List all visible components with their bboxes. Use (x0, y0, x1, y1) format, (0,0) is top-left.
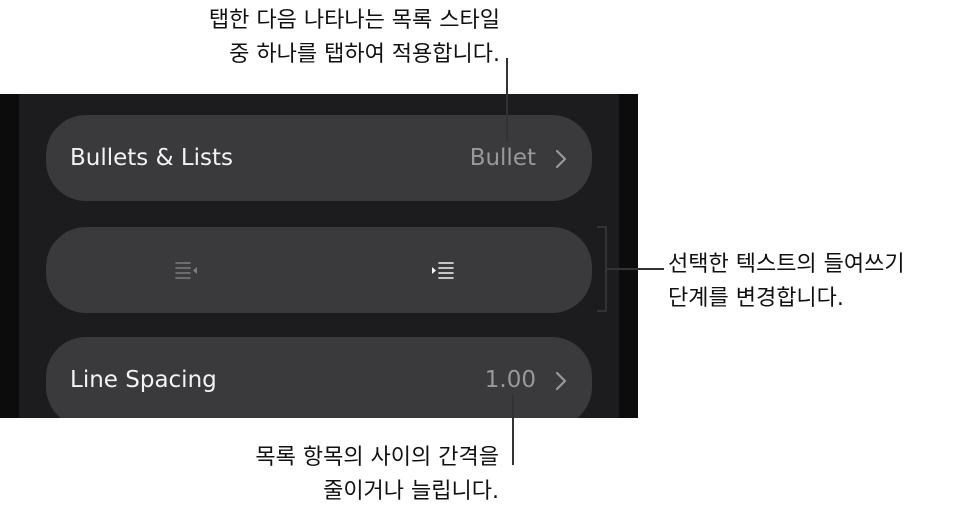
indent-bracket-top (597, 226, 607, 228)
callout-indent-line-1: 선택한 텍스트의 들여쓰기 (668, 252, 905, 277)
device-screen: Bullets & Lists Bullet Line Spacing 1.00 (0, 94, 638, 418)
callout-indent-line-2: 단계를 변경합니다. (668, 286, 844, 311)
callout-list-style-line-1: 탭한 다음 나타나는 목록 스타일 (208, 8, 500, 33)
indent-bracket-bottom (597, 310, 607, 312)
callout-line-spacing: 목록 항목의 사이의 간격을 줄이거나 늘립니다. (255, 441, 499, 509)
leader-line-right (606, 268, 664, 270)
callout-line-spacing-line-1: 목록 항목의 사이의 간격을 (255, 445, 499, 470)
bezel-right (619, 94, 638, 418)
bullets-lists-label: Bullets & Lists (70, 145, 234, 171)
leader-line-bottom (512, 395, 514, 465)
line-spacing-value: 1.00 (484, 367, 536, 393)
callout-indent: 선택한 텍스트의 들여쓰기 단계를 변경합니다. (668, 248, 905, 316)
decrease-indent-button[interactable] (156, 251, 216, 291)
chevron-right-icon (555, 149, 567, 169)
callout-line-spacing-line-2: 줄이거나 늘립니다. (323, 479, 499, 504)
callout-list-style-line-2: 중 하나를 탭하여 적용합니다. (229, 42, 500, 67)
indent-row (46, 227, 592, 313)
line-spacing-label: Line Spacing (70, 367, 217, 393)
callout-list-style: 탭한 다음 나타나는 목록 스타일 중 하나를 탭하여 적용합니다. (209, 4, 500, 72)
bullets-lists-value: Bullet (469, 145, 536, 171)
decrease-indent-icon (175, 262, 197, 279)
leader-line-top (506, 58, 508, 142)
bezel-left (0, 94, 19, 418)
bullets-lists-row[interactable]: Bullets & Lists Bullet (46, 115, 592, 201)
increase-indent-button[interactable] (406, 251, 466, 291)
line-spacing-row[interactable]: Line Spacing 1.00 (46, 337, 592, 418)
format-panel: Bullets & Lists Bullet Line Spacing 1.00 (19, 94, 619, 418)
increase-indent-icon (432, 262, 454, 279)
chevron-right-icon (555, 371, 567, 391)
